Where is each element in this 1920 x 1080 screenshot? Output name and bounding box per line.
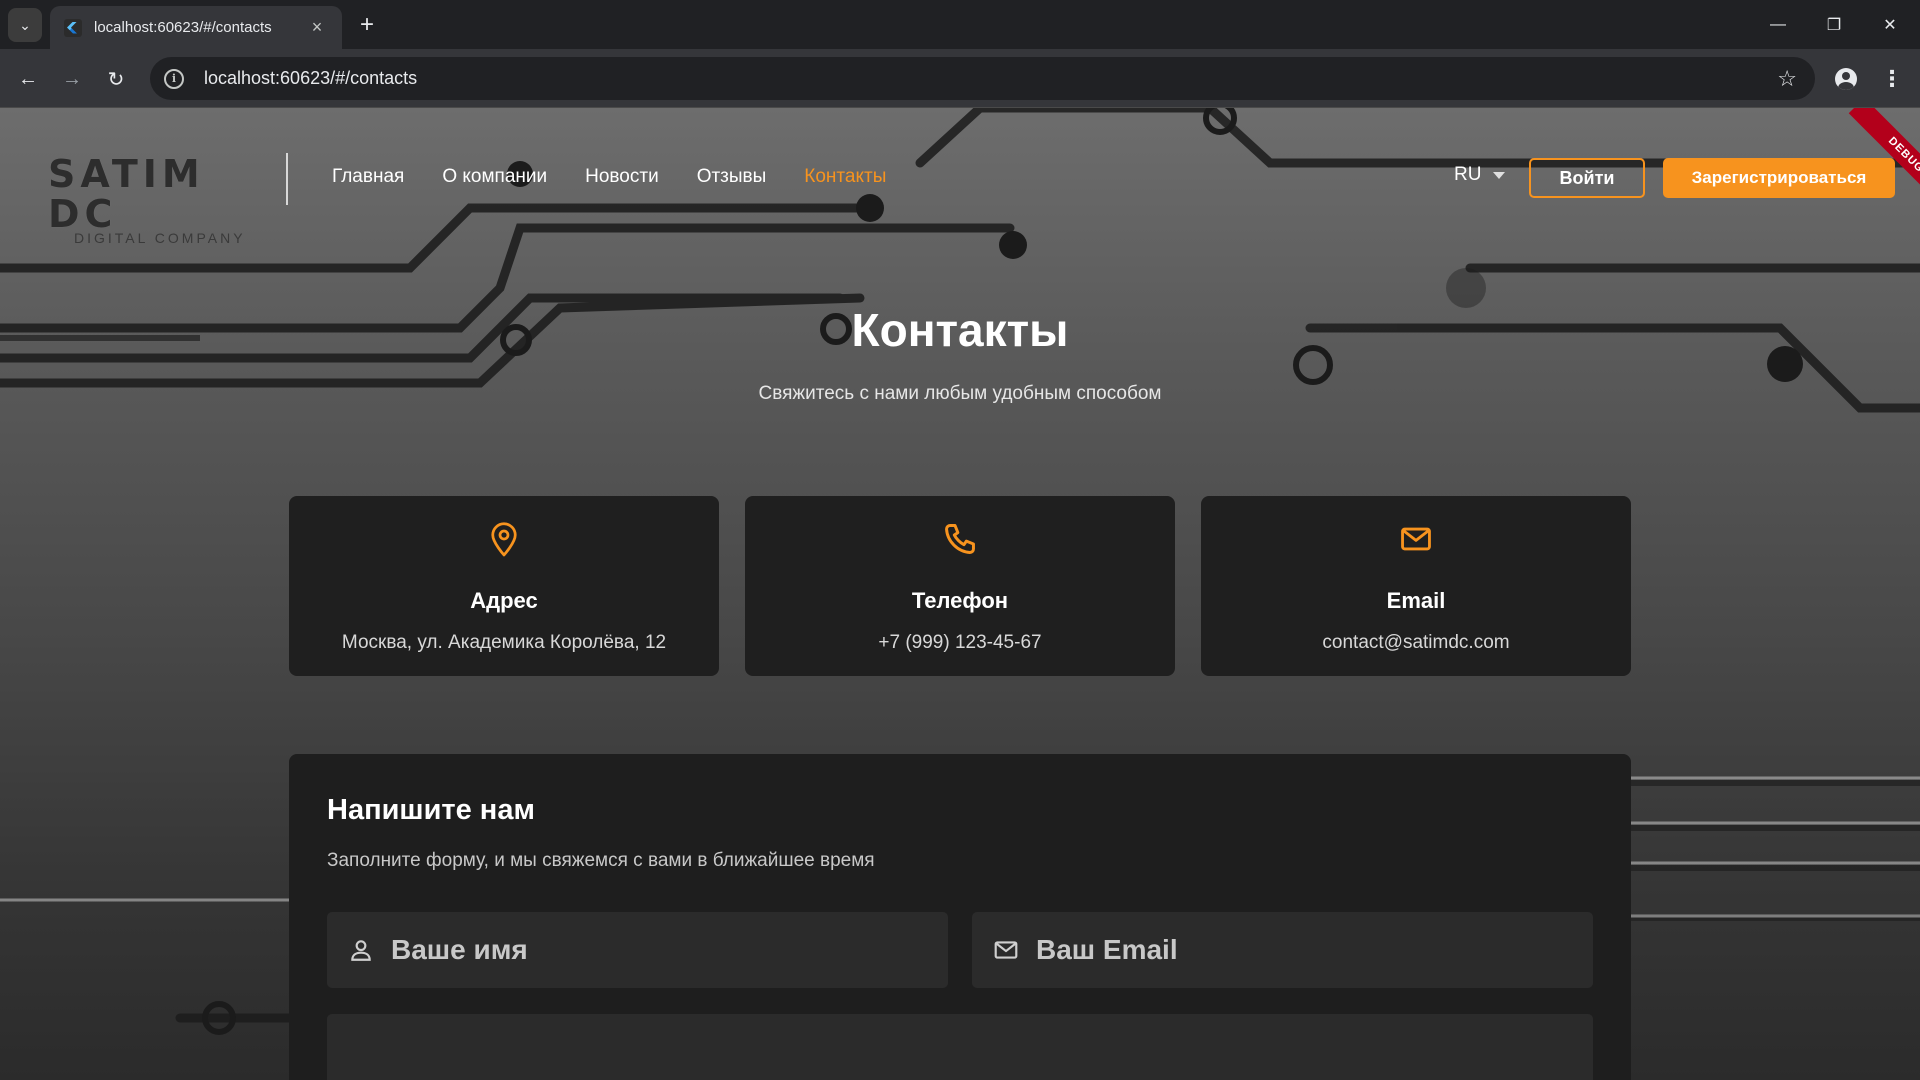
page-subtitle: Свяжитесь с нами любым удобным способом: [758, 383, 1162, 404]
nav-news[interactable]: Новости: [585, 166, 659, 188]
card-title: Адрес: [470, 588, 538, 613]
close-window-button[interactable]: ✕: [1862, 0, 1918, 49]
logo-divider: [286, 153, 288, 205]
register-button[interactable]: Зарегистрироваться: [1663, 158, 1895, 198]
nav-contacts[interactable]: Контакты: [804, 166, 886, 188]
card-value: contact@satimdc.com: [1322, 632, 1510, 653]
email-input[interactable]: [1036, 934, 1556, 966]
logo-tagline: DIGITAL COMPANY: [74, 230, 246, 246]
nav-home[interactable]: Главная: [332, 166, 404, 188]
logo-wordmark: SATIM DC: [48, 152, 205, 236]
browser-tab[interactable]: localhost:60623/#/contacts ×: [50, 6, 342, 49]
plus-icon: +: [359, 11, 374, 38]
mail-icon: [992, 936, 1020, 964]
email-field[interactable]: [972, 912, 1593, 988]
minimize-icon: —: [1770, 15, 1786, 33]
login-button[interactable]: Войти: [1529, 158, 1645, 198]
close-icon: ✕: [1883, 16, 1897, 34]
email-card: Email contact@satimdc.com: [1201, 496, 1631, 676]
page-title: Контакты: [851, 304, 1069, 356]
page-viewport: SATIM DC DIGITAL COMPANY Главная О компа…: [0, 108, 1920, 1080]
phone-icon: [745, 522, 1175, 558]
flutter-favicon-icon: [64, 18, 82, 37]
card-value: Москва, ул. Академика Королёва, 12: [341, 632, 667, 653]
site-info-icon[interactable]: i: [164, 68, 184, 89]
message-textarea[interactable]: [327, 1014, 1593, 1080]
restore-button[interactable]: ❐: [1806, 0, 1862, 49]
mail-icon: [1201, 522, 1631, 558]
address-card: Адрес Москва, ул. Академика Королёва, 12: [289, 496, 719, 676]
location-pin-icon: [289, 522, 719, 558]
address-bar[interactable]: i localhost:60623/#/contacts ☆: [150, 57, 1815, 100]
minimize-button[interactable]: —: [1750, 0, 1806, 49]
browser-toolbar: ← → ↻ i localhost:60623/#/contacts ☆ ⋮: [0, 49, 1920, 108]
new-tab-button[interactable]: +: [352, 10, 382, 40]
profile-icon: [1835, 68, 1857, 90]
profile-button[interactable]: [1830, 63, 1862, 95]
satim-dc-logo[interactable]: SATIM DC DIGITAL COMPANY: [48, 154, 288, 246]
arrow-right-icon: →: [62, 67, 82, 90]
language-label: RU: [1454, 164, 1482, 185]
name-field[interactable]: [327, 912, 948, 988]
restore-icon: ❐: [1826, 16, 1842, 34]
browser-tabstrip: ⌄ localhost:60623/#/contacts × + — ❐ ✕: [0, 0, 1920, 49]
person-icon: [347, 936, 375, 964]
language-selector[interactable]: RU: [1454, 164, 1506, 186]
main-nav: Главная О компании Новости Отзывы Контак…: [332, 166, 886, 188]
form-subtitle: Заполните форму, и мы свяжемся с вами в …: [327, 850, 875, 871]
contact-form: Напишите нам Заполните форму, и мы свяже…: [289, 754, 1631, 1080]
phone-card: Телефон +7 (999) 123-45-67: [745, 496, 1175, 676]
back-button[interactable]: ←: [12, 63, 44, 95]
chevron-down-icon: ⌄: [19, 16, 31, 33]
form-title: Напишите нам: [327, 794, 535, 826]
tab-search-button[interactable]: ⌄: [8, 8, 42, 42]
reload-button[interactable]: ↻: [100, 63, 132, 95]
nav-reviews[interactable]: Отзывы: [697, 166, 767, 188]
name-input[interactable]: [391, 934, 911, 966]
forward-button[interactable]: →: [56, 63, 88, 95]
close-tab-icon[interactable]: ×: [306, 17, 328, 38]
card-title: Email: [1386, 588, 1446, 613]
url-text[interactable]: localhost:60623/#/contacts: [204, 68, 1777, 89]
card-title: Телефон: [911, 588, 1009, 613]
tab-title: localhost:60623/#/contacts: [94, 19, 272, 36]
arrow-left-icon: ←: [18, 67, 38, 90]
kebab-menu-icon: ⋮: [1881, 66, 1903, 91]
reload-icon: ↻: [107, 68, 125, 91]
browser-menu-button[interactable]: ⋮: [1876, 63, 1908, 95]
caret-down-icon: [1493, 171, 1506, 179]
card-value: +7 (999) 123-45-67: [878, 632, 1042, 653]
nav-about[interactable]: О компании: [442, 166, 547, 188]
bookmark-star-icon[interactable]: ☆: [1777, 66, 1797, 92]
